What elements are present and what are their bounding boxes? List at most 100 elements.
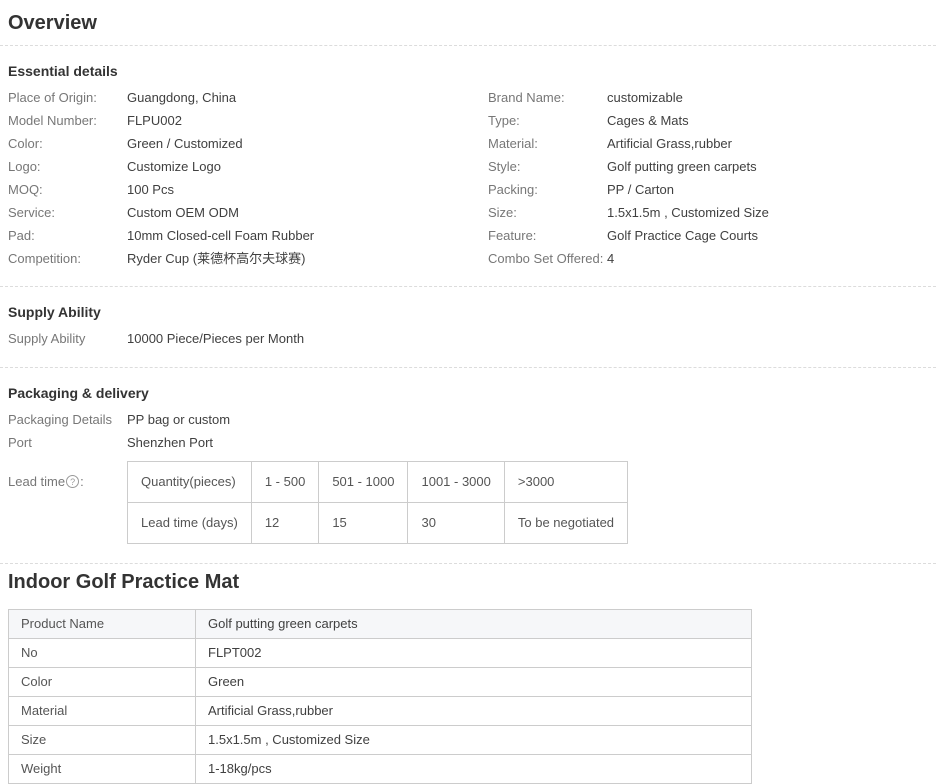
detail-value: Custom OEM ODM	[127, 204, 239, 221]
detail-row: Pad: 10mm Closed-cell Foam Rubber	[8, 224, 468, 247]
detail-value: Golf Practice Cage Courts	[607, 227, 758, 244]
product-spec-table: Product Name Golf putting green carpets …	[8, 609, 752, 784]
table-row: Quantity(pieces) 1 - 500 501 - 1000 1001…	[128, 462, 628, 503]
detail-label: Competition:	[8, 250, 127, 267]
detail-row: MOQ: 100 Pcs	[8, 178, 468, 201]
detail-label: Color:	[8, 135, 127, 152]
detail-label: Packaging Details	[8, 411, 127, 428]
detail-row: Color: Green / Customized	[8, 132, 468, 155]
table-cell-label: Weight	[9, 755, 196, 784]
detail-label: Packing:	[488, 181, 607, 198]
detail-value: Customize Logo	[127, 158, 221, 175]
detail-label: Feature:	[488, 227, 607, 244]
table-cell-label: Material	[9, 697, 196, 726]
detail-label: Model Number:	[8, 112, 127, 129]
detail-label: MOQ:	[8, 181, 127, 198]
table-row: Material Artificial Grass,rubber	[9, 697, 752, 726]
detail-row: Port Shenzhen Port	[8, 431, 936, 454]
detail-value: customizable	[607, 89, 683, 106]
table-cell: To be negotiated	[504, 503, 627, 544]
table-row: Product Name Golf putting green carpets	[9, 610, 752, 639]
detail-row: Size: 1.5x1.5m , Customized Size	[488, 201, 936, 224]
detail-value: 4	[607, 250, 614, 267]
table-cell: 1001 - 3000	[408, 462, 504, 503]
detail-row: Type: Cages & Mats	[488, 109, 936, 132]
table-cell: Lead time (days)	[128, 503, 252, 544]
table-row: No FLPT002	[9, 639, 752, 668]
table-cell: 15	[319, 503, 408, 544]
lead-time-row: Lead time ? : Quantity(pieces) 1 - 500 5…	[0, 461, 936, 544]
table-cell-value: FLPT002	[196, 639, 752, 668]
detail-value: PP bag or custom	[127, 411, 230, 428]
supply-ability-section: Supply Ability 10000 Piece/Pieces per Mo…	[0, 327, 936, 350]
detail-row: Service: Custom OEM ODM	[8, 201, 468, 224]
section-title-indoor-golf-practice-mat: Indoor Golf Practice Mat	[0, 564, 936, 594]
detail-row: Model Number: FLPU002	[8, 109, 468, 132]
table-cell-label: No	[9, 639, 196, 668]
detail-row: Supply Ability 10000 Piece/Pieces per Mo…	[8, 327, 936, 350]
lead-time-table: Quantity(pieces) 1 - 500 501 - 1000 1001…	[127, 461, 628, 544]
help-icon[interactable]: ?	[66, 475, 79, 488]
table-cell: 1 - 500	[251, 462, 318, 503]
detail-row: Packaging Details PP bag or custom	[8, 408, 936, 431]
table-cell-label: Size	[9, 726, 196, 755]
detail-row: Place of Origin: Guangdong, China	[8, 86, 468, 109]
detail-row: Logo: Customize Logo	[8, 155, 468, 178]
packaging-rows: Packaging Details PP bag or custom Port …	[0, 408, 936, 454]
essential-left-column: Place of Origin: Guangdong, China Model …	[8, 86, 468, 270]
detail-label: Style:	[488, 158, 607, 175]
table-row: Weight 1-18kg/pcs	[9, 755, 752, 784]
detail-row: Competition: Ryder Cup (莱德杯高尔夫球赛)	[8, 247, 468, 270]
detail-row: Combo Set Offered: 4	[488, 247, 936, 270]
detail-value: FLPU002	[127, 112, 182, 129]
table-row: Lead time (days) 12 15 30 To be negotiat…	[128, 503, 628, 544]
detail-value: Shenzhen Port	[127, 434, 213, 451]
table-cell-value: Green	[196, 668, 752, 697]
detail-label: Combo Set Offered:	[488, 250, 607, 267]
packaging-delivery-heading: Packaging & delivery	[0, 368, 936, 408]
table-cell: 501 - 1000	[319, 462, 408, 503]
page-title: Overview	[0, 0, 936, 45]
table-cell: 30	[408, 503, 504, 544]
detail-row: Brand Name: customizable	[488, 86, 936, 109]
detail-label: Brand Name:	[488, 89, 607, 106]
detail-value: 1.5x1.5m , Customized Size	[607, 204, 769, 221]
detail-row: Material: Artificial Grass,rubber	[488, 132, 936, 155]
detail-row: Packing: PP / Carton	[488, 178, 936, 201]
table-cell: Quantity(pieces)	[128, 462, 252, 503]
detail-label: Size:	[488, 204, 607, 221]
table-cell-label: Product Name	[9, 610, 196, 639]
table-cell-label: Color	[9, 668, 196, 697]
essential-right-column: Brand Name: customizable Type: Cages & M…	[488, 86, 936, 270]
table-cell: >3000	[504, 462, 627, 503]
detail-row: Style: Golf putting green carpets	[488, 155, 936, 178]
detail-value: Golf putting green carpets	[607, 158, 757, 175]
lead-time-colon: :	[80, 473, 84, 490]
detail-value: Green / Customized	[127, 135, 243, 152]
lead-time-label-text: Lead time	[8, 473, 65, 490]
essential-details-heading: Essential details	[0, 46, 936, 86]
detail-label: Pad:	[8, 227, 127, 244]
detail-value: Artificial Grass,rubber	[607, 135, 732, 152]
lead-time-label: Lead time ? :	[8, 461, 127, 490]
detail-value: 100 Pcs	[127, 181, 174, 198]
detail-label: Port	[8, 434, 127, 451]
detail-label: Supply Ability	[8, 330, 127, 347]
detail-value: 10000 Piece/Pieces per Month	[127, 330, 304, 347]
table-cell-value: 1-18kg/pcs	[196, 755, 752, 784]
detail-row: Feature: Golf Practice Cage Courts	[488, 224, 936, 247]
table-row: Size 1.5x1.5m , Customized Size	[9, 726, 752, 755]
detail-label: Service:	[8, 204, 127, 221]
detail-label: Type:	[488, 112, 607, 129]
detail-label: Material:	[488, 135, 607, 152]
detail-value: 10mm Closed-cell Foam Rubber	[127, 227, 314, 244]
table-row: Color Green	[9, 668, 752, 697]
detail-value: Guangdong, China	[127, 89, 236, 106]
table-cell-value: Golf putting green carpets	[196, 610, 752, 639]
detail-value: PP / Carton	[607, 181, 674, 198]
table-cell-value: Artificial Grass,rubber	[196, 697, 752, 726]
detail-label: Logo:	[8, 158, 127, 175]
detail-value: Cages & Mats	[607, 112, 689, 129]
supply-ability-heading: Supply Ability	[0, 287, 936, 327]
table-cell: 12	[251, 503, 318, 544]
